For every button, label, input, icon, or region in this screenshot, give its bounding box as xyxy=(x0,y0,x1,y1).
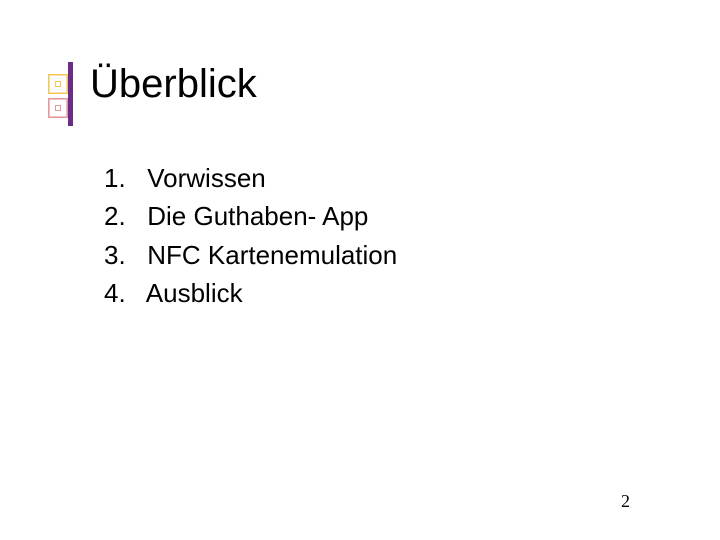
list-item: 1. Vorwissen xyxy=(104,160,397,196)
list-item: 3. NFC Kartenemulation xyxy=(104,237,397,273)
list-item-text: NFC Kartenemulation xyxy=(147,240,397,270)
overview-list: 1. Vorwissen 2. Die Guthaben- App 3. NFC… xyxy=(104,160,397,314)
list-item-number: 2. xyxy=(104,198,140,234)
page-number: 2 xyxy=(621,491,630,512)
decoration-red-square-icon xyxy=(48,98,68,118)
list-item: 4. Ausblick xyxy=(104,275,397,311)
list-item-text: Vorwissen xyxy=(147,163,266,193)
decoration-yellow-square-icon xyxy=(48,74,68,94)
list-item-text: Die Guthaben- App xyxy=(147,201,368,231)
list-item-number: 1. xyxy=(104,160,140,196)
title-decoration-icon xyxy=(48,72,72,120)
list-item: 2. Die Guthaben- App xyxy=(104,198,397,234)
list-item-number: 4. xyxy=(104,275,140,311)
list-item-text: Ausblick xyxy=(146,278,243,308)
list-item-number: 3. xyxy=(104,237,140,273)
decoration-purple-bar-icon xyxy=(68,62,73,126)
slide-title: Überblick xyxy=(90,62,257,107)
